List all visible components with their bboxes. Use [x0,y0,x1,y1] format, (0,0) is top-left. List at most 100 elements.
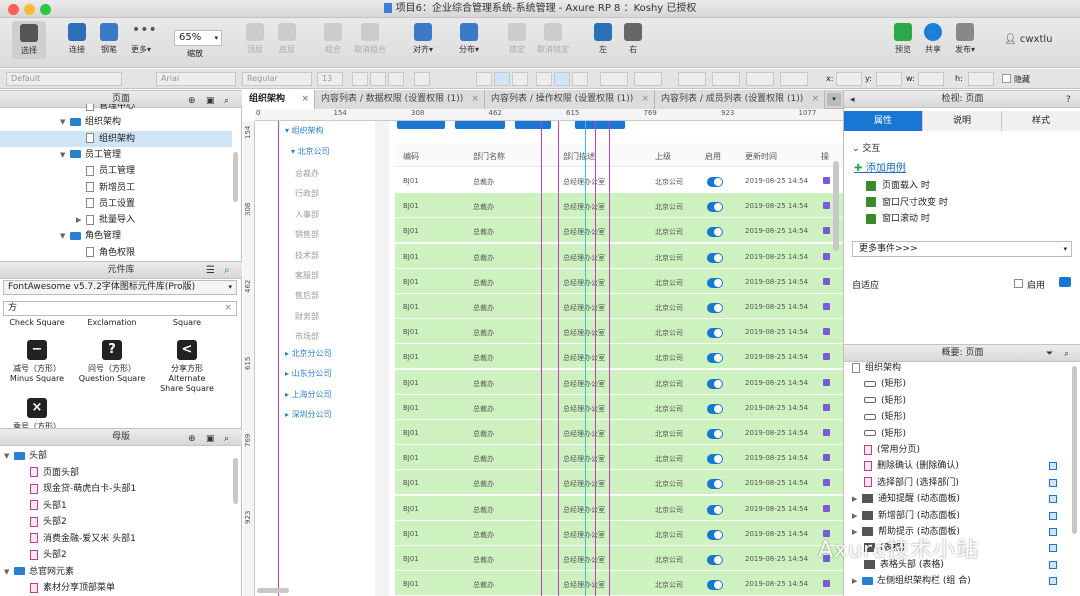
tabs-menu-button[interactable]: ▾ [827,93,841,106]
visibility-checkbox[interactable] [1049,478,1057,487]
org-tree-beijing[interactable]: ▾ 北京公司 [291,146,330,157]
text-color-button[interactable] [414,72,430,86]
department-item[interactable]: 人事部 [295,209,319,220]
outline-item[interactable]: (矩形) [848,393,1063,409]
move-down-button[interactable] [575,121,625,129]
page-tree-item[interactable]: 新增员工 [0,180,232,196]
master-tree-item[interactable]: 头部2 [0,514,232,530]
edit-icon[interactable] [823,303,830,310]
enable-toggle[interactable] [707,529,723,540]
user-account[interactable]: 👤︎ cwxtlu [1004,34,1053,45]
publish-button[interactable]: 发布▾ [948,23,982,55]
enable-toggle[interactable] [707,378,723,389]
page-tree-item[interactable]: ▼ 组织架构 [0,114,232,130]
outline-scrollbar[interactable] [1072,366,1077,534]
outline-item[interactable]: 组织架构 [848,362,1063,376]
tab-properties[interactable]: 属性 [844,111,923,131]
edit-icon[interactable] [823,504,830,512]
visibility-checkbox[interactable] [1049,528,1057,536]
event-item[interactable]: 窗口滚动 时 [866,212,930,226]
page-tree-item[interactable]: 角色权限 [0,245,232,261]
ungroup-button[interactable]: 取消组合 [352,23,388,55]
canvas-scrollbar[interactable] [833,161,839,251]
connect-tool-button[interactable]: 连接 [60,23,94,55]
library-widget[interactable]: × 乘号（方形） [2,398,72,432]
edit-icon[interactable] [823,580,830,588]
table-row[interactable]: BJ01 总裁办 总经理办公室 北京公司 2019-08-25 14:54 [395,168,843,193]
table-row[interactable]: BJ01 总裁办 总经理办公室 北京公司 2019-08-25 14:54 [395,420,843,445]
page-tab[interactable]: 组织架构 × [243,90,315,109]
close-window-button[interactable] [8,4,19,15]
align-left-button[interactable] [476,72,492,86]
edit-icon[interactable] [823,202,830,210]
enable-toggle[interactable] [707,429,723,439]
adaptive-settings-icon[interactable] [1059,277,1071,287]
branch-item[interactable]: ▸ 北京分公司 [285,348,332,359]
enable-toggle[interactable] [707,479,723,490]
master-tree-item[interactable]: ▼ 头部 [0,448,232,464]
move-up-button[interactable] [515,121,551,129]
pen-tool-button[interactable]: 钢笔 [92,23,126,55]
master-tree-item[interactable]: 头部1 [0,498,232,514]
page-tree-item[interactable]: 管理中心 [0,104,232,114]
visibility-checkbox[interactable] [1049,544,1057,553]
department-item[interactable]: 销售部 [295,229,319,240]
align-button[interactable]: 对齐▾ [406,23,440,55]
tab-notes[interactable]: 说明 [923,111,1002,131]
page-tab[interactable]: 内容列表 / 成员列表 (设置权限 (1)) × [655,90,825,109]
masters-scrollbar[interactable] [233,458,238,504]
enable-toggle[interactable] [707,454,723,465]
clear-icon[interactable]: × [224,302,232,315]
height-field[interactable] [968,72,994,86]
visibility-checkbox[interactable] [1049,577,1057,586]
visibility-checkbox[interactable] [1049,560,1057,569]
search-icon[interactable]: ⌕ [224,431,229,447]
library-widget[interactable]: < 分享方形 Alternate Share Square [152,340,222,394]
left-panel-toggle-button[interactable]: 左 [586,23,620,55]
department-item[interactable]: 总裁办 [295,168,319,179]
enable-toggle[interactable] [707,303,723,313]
table-row[interactable]: BJ01 总裁办 总经理办公室 北京公司 2019-08-25 14:54 [395,243,843,269]
department-item[interactable]: 行政部 [295,188,319,199]
style-select[interactable]: Default [6,72,122,86]
enable-toggle[interactable] [707,555,723,565]
valign-top-button[interactable] [536,72,552,86]
design-canvas[interactable]: ▾ 组织架构 ▾ 北京公司 总裁办 行政部 人事部 销售部 技术部 客服部 售后部 财务部 市场… [255,121,843,596]
edit-icon[interactable] [823,277,830,285]
table-row[interactable]: BJ01 总裁办 总经理办公室 北京公司 2019-08-25 14:54 [395,571,843,596]
table-row[interactable]: BJ01 总裁办 总经理办公室 北京公司 2019-08-25 14:54 [395,294,843,319]
fill-color-button[interactable] [600,72,628,86]
table-row[interactable]: BJ01 总裁办 总经理办公室 北京公司 2019-08-25 14:54 [395,193,843,219]
page-tree-item[interactable]: 组织架构 [0,130,232,147]
close-icon[interactable]: × [641,90,649,109]
department-item[interactable]: 客服部 [295,270,319,281]
outline-item[interactable]: ▶ 左侧组织架构栏 (组 合) [848,573,1063,589]
table-row[interactable]: BJ01 总裁办 总经理办公室 北京公司 2019-08-25 14:54 [395,520,843,546]
align-right-button[interactable] [512,72,528,86]
edit-icon[interactable] [823,429,830,436]
table-row[interactable]: BJ01 总裁办 总经理办公室 北京公司 2019-08-25 14:54 [395,495,843,521]
right-panel-toggle-button[interactable]: 右 [616,23,650,55]
enable-toggle[interactable] [707,403,723,414]
distribute-button[interactable]: 分布▾ [452,23,486,55]
branch-item[interactable]: ▸ 深圳分公司 [285,409,332,420]
close-icon[interactable]: × [301,90,309,109]
add-master-icon[interactable]: ⊕ [188,431,196,447]
master-tree-item[interactable]: 页面头部 [0,465,232,481]
master-tree-item[interactable]: ▼ 总官网元素 [0,564,232,580]
add-department-button[interactable] [455,121,505,129]
lock-button[interactable]: 锁定 [500,23,534,55]
outline-item[interactable]: (矩形) [848,409,1063,425]
outline-item[interactable]: (矩形) [848,426,1063,442]
enable-toggle[interactable] [707,177,723,187]
outline-item[interactable]: (矩形) [848,376,1063,392]
event-item[interactable]: 窗口尺寸改变 时 [866,196,948,210]
page-tab[interactable]: 内容列表 / 数据权限 (设置权限 (1)) × [315,90,485,109]
page-tree-item[interactable]: ▼ 员工管理 [0,147,232,163]
zoom-select[interactable]: 65% ▾ [174,30,222,46]
page-tree-item[interactable]: ▼ 角色管理 [0,228,232,244]
zoom-window-button[interactable] [40,4,51,15]
library-select[interactable]: FontAwesome v5.7.2字体图标元件库(Pro版) ▾ [3,280,237,295]
outline-item[interactable]: 选择部门 (选择部门) [848,475,1063,491]
add-case-link[interactable]: ✚ 添加用例 [854,159,906,174]
